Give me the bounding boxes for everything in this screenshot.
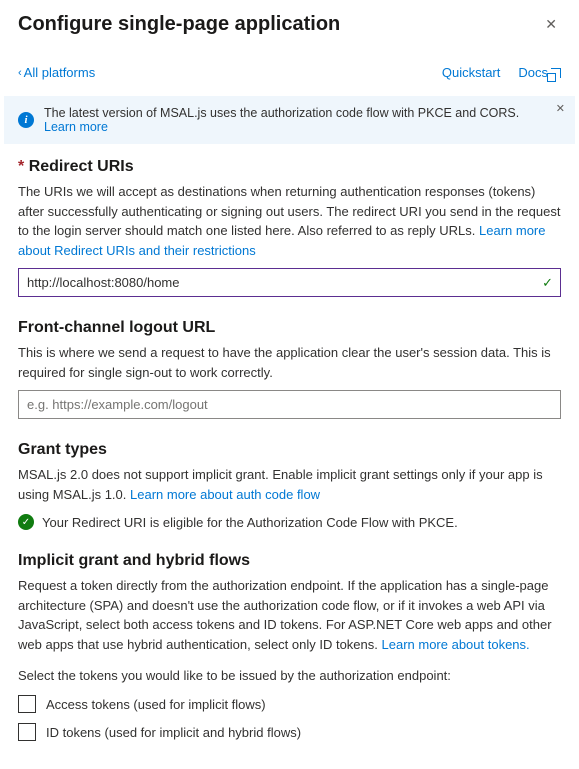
check-circle-icon: ✓ bbox=[18, 514, 34, 530]
back-label: All platforms bbox=[24, 65, 96, 80]
grant-types-title: Grant types bbox=[18, 441, 561, 459]
id-tokens-label: ID tokens (used for implicit and hybrid … bbox=[46, 725, 301, 740]
implicit-grant-title: Implicit grant and hybrid flows bbox=[18, 552, 561, 570]
info-icon: i bbox=[18, 112, 34, 128]
logout-url-input[interactable] bbox=[18, 390, 561, 419]
redirect-uris-title: * Redirect URIs bbox=[18, 158, 561, 176]
pkce-eligible-text: Your Redirect URI is eligible for the Au… bbox=[42, 515, 458, 530]
banner-close-icon[interactable]: ✕ bbox=[556, 102, 565, 115]
back-all-platforms-link[interactable]: ‹ All platforms bbox=[18, 65, 95, 80]
chevron-left-icon: ‹ bbox=[18, 67, 22, 79]
redirect-uri-input[interactable] bbox=[18, 268, 561, 297]
banner-learn-more-link[interactable]: Learn more bbox=[44, 120, 108, 134]
info-banner: i The latest version of MSAL.js uses the… bbox=[4, 96, 575, 144]
close-icon[interactable]: ✕ bbox=[541, 12, 561, 37]
select-tokens-prompt: Select the tokens you would like to be i… bbox=[18, 668, 561, 683]
logout-url-desc: This is where we send a request to have … bbox=[18, 343, 561, 382]
docs-link[interactable]: Docs bbox=[518, 65, 561, 80]
page-title: Configure single-page application bbox=[18, 13, 340, 36]
logout-url-title: Front-channel logout URL bbox=[18, 319, 561, 337]
implicit-grant-learn-more-link[interactable]: Learn more about tokens. bbox=[382, 637, 530, 652]
docs-label: Docs bbox=[518, 65, 548, 80]
access-tokens-label: Access tokens (used for implicit flows) bbox=[46, 697, 266, 712]
access-tokens-checkbox[interactable] bbox=[18, 695, 36, 713]
id-tokens-checkbox[interactable] bbox=[18, 723, 36, 741]
checkmark-icon: ✓ bbox=[542, 275, 553, 291]
grant-types-learn-more-link[interactable]: Learn more about auth code flow bbox=[130, 487, 320, 502]
quickstart-link[interactable]: Quickstart bbox=[442, 65, 501, 80]
external-link-icon bbox=[551, 68, 561, 78]
required-star-icon: * bbox=[18, 158, 24, 175]
banner-text: The latest version of MSAL.js uses the a… bbox=[44, 106, 519, 120]
